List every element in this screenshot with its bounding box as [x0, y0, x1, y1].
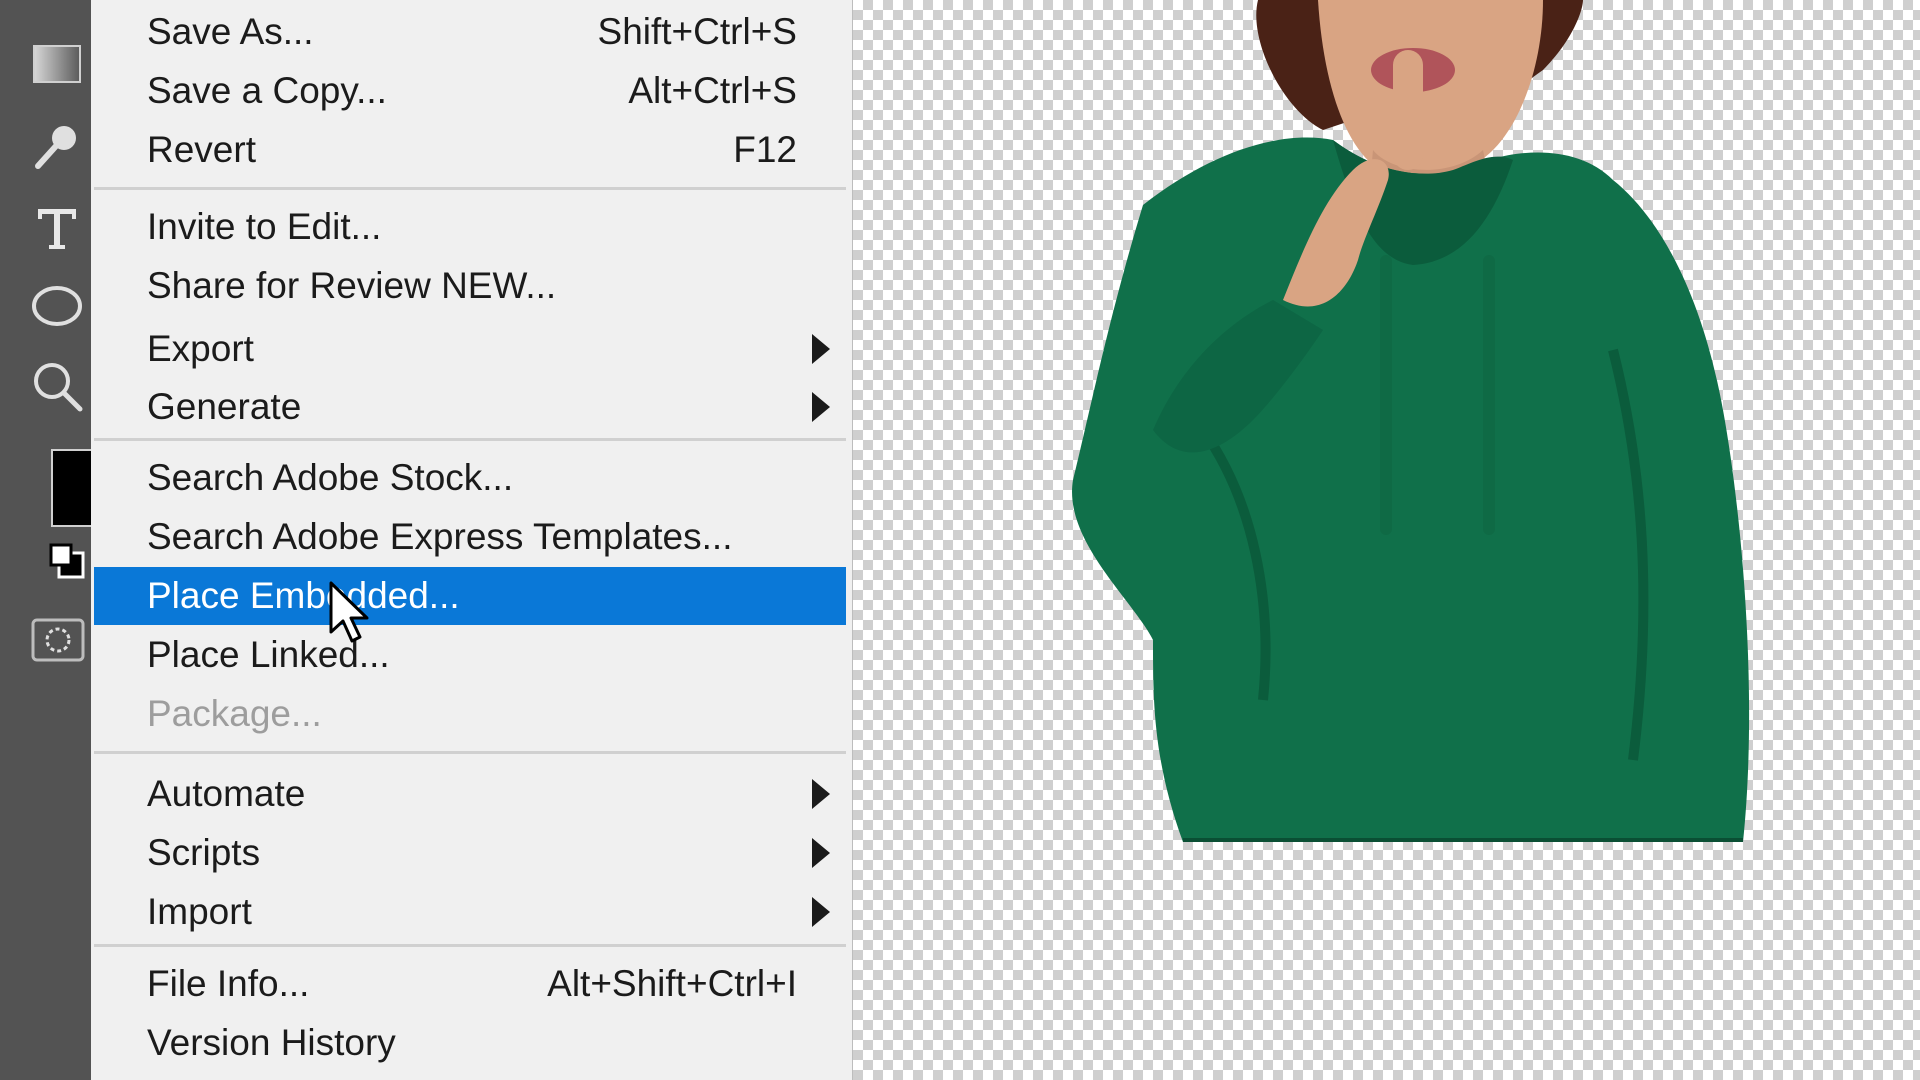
- submenu-arrow-icon: [812, 779, 830, 809]
- quick-mask-icon[interactable]: [28, 610, 88, 670]
- menu-separator: [94, 438, 846, 441]
- menu-item-label: File Info...: [147, 963, 310, 1004]
- menu-item-label: Save As...: [147, 11, 314, 52]
- type-tool-icon[interactable]: [27, 198, 87, 258]
- document-canvas[interactable]: [853, 0, 1920, 1080]
- tools-panel: [0, 0, 92, 1080]
- menu-item-search-adobe-express-templates[interactable]: Search Adobe Express Templates...: [94, 508, 846, 566]
- menu-item-place-linked[interactable]: Place Linked...: [94, 626, 846, 684]
- menu-item-label: Search Adobe Express Templates...: [147, 516, 733, 557]
- menu-item-label: Version History: [147, 1022, 396, 1063]
- file-menu: Save As... Shift+Ctrl+S Save a Copy... A…: [91, 0, 853, 1080]
- menu-item-label: Invite to Edit...: [147, 206, 382, 247]
- menu-item-shortcut: Alt+Ctrl+S: [628, 70, 797, 111]
- submenu-arrow-icon: [812, 392, 830, 422]
- menu-item-label: Export: [147, 328, 254, 369]
- menu-item-scripts[interactable]: Scripts: [94, 824, 846, 882]
- menu-item-file-info[interactable]: File Info... Alt+Shift+Ctrl+I: [94, 955, 846, 1013]
- brush-tool-icon[interactable]: [27, 117, 87, 177]
- photoshop-window: Save As... Shift+Ctrl+S Save a Copy... A…: [0, 0, 1920, 1080]
- menu-item-place-embedded[interactable]: Place Embedded...: [94, 567, 846, 625]
- menu-item-export[interactable]: Export: [94, 320, 846, 378]
- menu-separator: [94, 944, 846, 947]
- menu-item-version-history[interactable]: Version History: [94, 1014, 846, 1072]
- menu-item-package: Package...: [94, 685, 846, 743]
- default-colors-icon[interactable]: [44, 538, 90, 584]
- menu-item-shortcut: Alt+Shift+Ctrl+I: [547, 963, 797, 1004]
- menu-item-label: Save a Copy...: [147, 70, 387, 111]
- menu-item-revert[interactable]: Revert F12: [94, 121, 846, 179]
- menu-item-shortcut: Shift+Ctrl+S: [597, 11, 797, 52]
- menu-item-save-a-copy[interactable]: Save a Copy... Alt+Ctrl+S: [94, 62, 846, 120]
- menu-item-label: Search Adobe Stock...: [147, 457, 514, 498]
- gradient-tool-icon[interactable]: [27, 34, 87, 94]
- foreground-color-swatch[interactable]: [50, 448, 92, 528]
- menu-item-label: Place Embedded...: [147, 575, 460, 616]
- menu-item-search-adobe-stock[interactable]: Search Adobe Stock...: [94, 449, 846, 507]
- menu-item-shortcut: F12: [733, 129, 797, 170]
- submenu-arrow-icon: [812, 897, 830, 927]
- menu-item-import[interactable]: Import: [94, 883, 846, 941]
- menu-item-save-as[interactable]: Save As... Shift+Ctrl+S: [94, 3, 846, 61]
- menu-item-label: Revert: [147, 129, 256, 170]
- menu-item-label: Import: [147, 891, 252, 932]
- menu-item-label: Generate: [147, 386, 302, 427]
- menu-item-generate[interactable]: Generate: [94, 378, 846, 436]
- menu-separator: [94, 751, 846, 754]
- menu-item-automate[interactable]: Automate: [94, 765, 846, 823]
- menu-separator: [94, 187, 846, 190]
- menu-item-label: Automate: [147, 773, 306, 814]
- submenu-arrow-icon: [812, 838, 830, 868]
- menu-item-label: Scripts: [147, 832, 261, 873]
- menu-item-label: Share for Review NEW...: [147, 265, 557, 306]
- subject-image: [1072, 0, 1750, 842]
- menu-item-label: Package...: [147, 693, 322, 734]
- menu-item-share-for-review[interactable]: Share for Review NEW...: [94, 257, 846, 315]
- submenu-arrow-icon: [812, 334, 830, 364]
- ellipse-tool-icon[interactable]: [27, 276, 87, 336]
- menu-item-invite-to-edit[interactable]: Invite to Edit...: [94, 198, 846, 256]
- zoom-tool-icon[interactable]: [27, 356, 87, 416]
- mouse-cursor-icon: [329, 581, 369, 643]
